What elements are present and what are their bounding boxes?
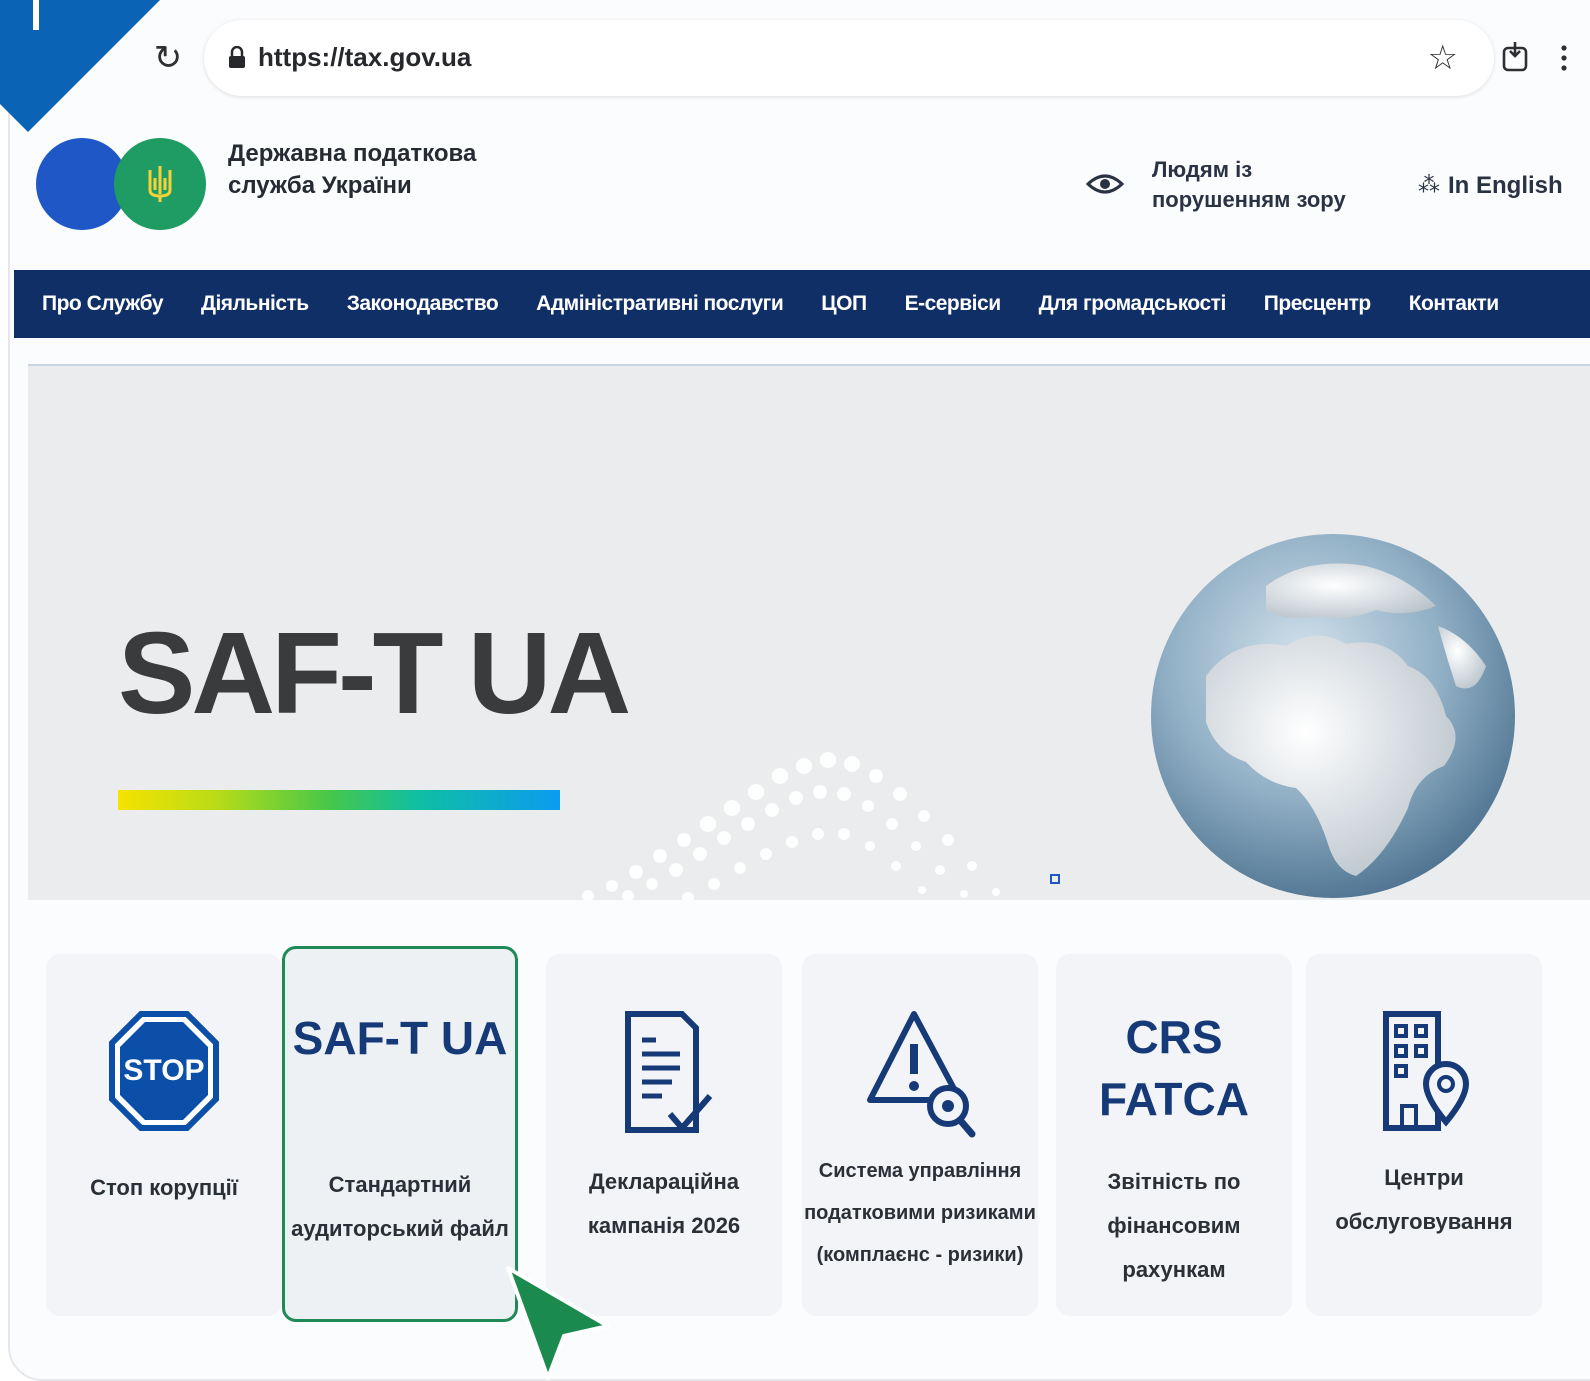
bookmark-star-icon[interactable]: ☆ (1428, 38, 1458, 78)
eye-icon[interactable] (1086, 170, 1124, 198)
card-label-stop-corruption: Стоп корупції (90, 1175, 238, 1200)
agency-name[interactable]: Державна податкова служба України (228, 138, 488, 202)
slide-indicator[interactable] (1050, 874, 1060, 884)
nav-item-press[interactable]: Пресцентр (1264, 292, 1371, 316)
declaration-document-icon (625, 1011, 713, 1133)
building-location-icon (1383, 1011, 1470, 1131)
hero-gradient-bar (118, 790, 560, 810)
stop-sign-text: STOP (123, 1054, 204, 1087)
stop-sign-icon: STOP (109, 1011, 219, 1131)
trident-icon (148, 166, 172, 202)
card-declaration-campaign[interactable]: Декларацiйна кампанія 2026 (546, 954, 782, 1316)
card-label-saf-t-ua: Стандартний аудиторський файл (291, 1172, 509, 1241)
nav-item-contacts[interactable]: Контакти (1409, 292, 1500, 316)
service-cards: STOP Стоп корупції SAF-T UA Стандартний … (46, 946, 1590, 1322)
nav-item-activity[interactable]: Діяльність (201, 292, 309, 316)
main-navigation: Про Службу Діяльність Законодавство Адмі… (14, 270, 1590, 338)
card-label-declaration-campaign: Декларацiйна кампанія 2026 (587, 1169, 741, 1238)
logo-trident-emblem[interactable] (114, 138, 206, 230)
nav-item-cop[interactable]: ЦОП (821, 292, 867, 316)
card-saf-t-ua[interactable]: SAF-T UA Стандартний аудиторський файл (282, 946, 518, 1322)
card-title-crs-fatca: CRS FATCA (1099, 1011, 1249, 1125)
card-crs-fatca[interactable]: CRS FATCA Звітність по фінансовим рахунк… (1056, 954, 1292, 1316)
risk-warning-search-icon (867, 1011, 976, 1138)
mouse-cursor-icon (506, 1266, 610, 1380)
card-service-centers[interactable]: Центри обслуговування (1306, 954, 1542, 1316)
hero-banner[interactable]: SAF-T UA (28, 364, 1590, 900)
card-label-risk-management: Система управління податковими ризиками … (804, 1160, 1036, 1266)
nav-item-legislation[interactable]: Законодавство (347, 292, 499, 316)
browser-menu-icon[interactable] (1560, 44, 1568, 72)
globe-illustration (1151, 534, 1515, 898)
hero-title: SAF-T UA (118, 608, 631, 738)
extension-icon[interactable] (1500, 40, 1530, 74)
card-label-service-centers: Центри обслуговування (1335, 1165, 1513, 1234)
card-title-saf-t-ua: SAF-T UA (292, 1012, 508, 1064)
decorative-dots (582, 752, 1000, 900)
nav-item-public[interactable]: Для громадськості (1039, 292, 1227, 316)
address-bar[interactable]: https://tax.gov.ua ☆ (204, 20, 1494, 96)
url-text[interactable]: https://tax.gov.ua (258, 42, 471, 73)
lock-icon (229, 46, 245, 68)
nav-item-about[interactable]: Про Службу (42, 292, 164, 316)
card-label-crs-fatca: Звітність по фінансовим рахункам (1107, 1169, 1241, 1282)
card-risk-management[interactable]: Система управління податковими ризиками … (802, 954, 1038, 1316)
nav-item-e-services[interactable]: Е-сервіси (905, 292, 1002, 316)
card-stop-corruption[interactable]: STOP Стоп корупції (46, 954, 282, 1316)
accessibility-link[interactable]: Людям із порушенням зору (1152, 155, 1382, 215)
language-switch[interactable]: In English (1448, 172, 1563, 200)
corner-badge-decoration (0, 0, 160, 132)
nav-item-admin-services[interactable]: Адміністративні послуги (536, 292, 784, 316)
language-icon: ⁂ (1418, 172, 1440, 197)
browser-toolbar: ↻ https://tax.gov.ua ☆ (0, 0, 1590, 118)
